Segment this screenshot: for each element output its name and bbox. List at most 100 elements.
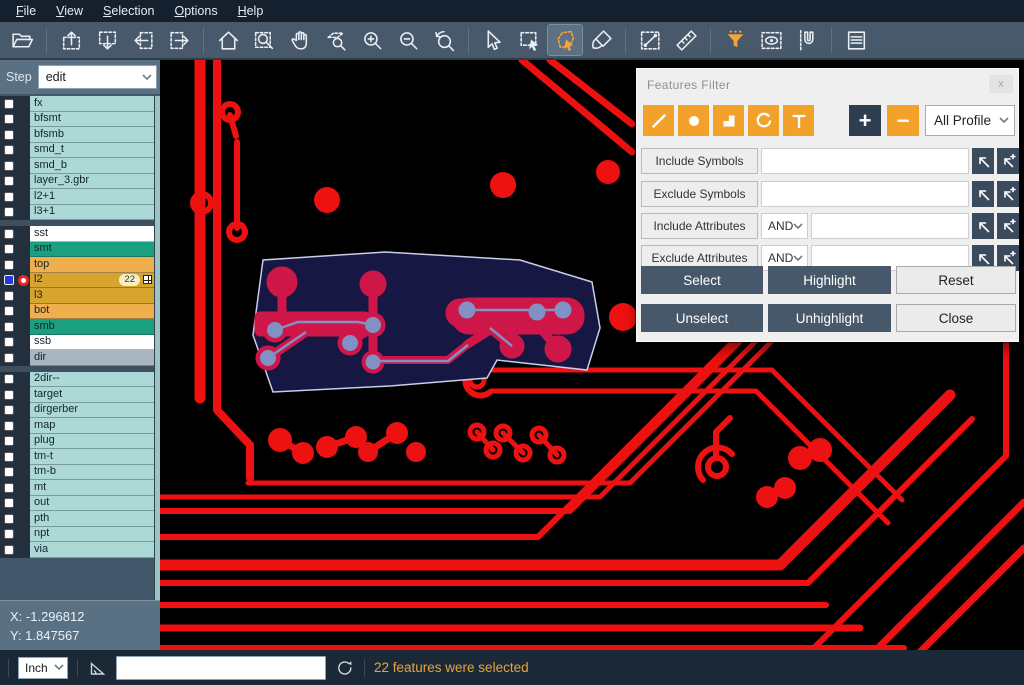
layer-checkbox-npt[interactable] [4,529,14,539]
zoom-window-icon[interactable] [247,25,281,55]
layer-name[interactable]: smb [30,319,160,335]
profile-select[interactable]: All Profile [925,105,1015,136]
layer-name[interactable]: dir [30,350,160,366]
sync-icon[interactable] [335,658,355,678]
active-layer-indicator-cell[interactable] [17,480,30,496]
measure-ruler-icon[interactable] [669,25,703,55]
layer-checkbox-ssb[interactable] [4,337,14,347]
filter-remove-button[interactable]: − [887,105,919,136]
active-layer-indicator-cell[interactable] [17,226,30,242]
pan-hand-icon[interactable] [283,25,317,55]
layer-name[interactable]: out [30,496,160,512]
select-rectangle-icon[interactable] [512,25,546,55]
layer-checkbox-pth[interactable] [4,514,14,524]
active-layer-indicator-cell[interactable] [17,143,30,159]
features-filter-icon[interactable] [718,25,752,55]
active-layer-indicator-cell[interactable] [17,403,30,419]
pick-symbol-button[interactable] [972,148,994,174]
grid-icon[interactable] [143,275,152,284]
active-layer-indicator-cell[interactable] [17,350,30,366]
layer-row-layer_3.gbr[interactable]: layer_3.gbr [0,174,160,190]
snap-mode-icon[interactable] [790,25,824,55]
layer-row-l2+1[interactable]: l2+1 [0,189,160,205]
layer-name[interactable]: map [30,418,160,434]
pick-add-symbol-button[interactable] [997,148,1019,174]
layer-row-via[interactable]: via [0,542,160,558]
layer-name[interactable]: sst [30,226,160,242]
zoom-previous-icon[interactable] [427,25,461,55]
layer-checkbox-smb[interactable] [4,322,14,332]
active-layer-indicator-cell[interactable] [17,511,30,527]
units-select[interactable]: Inch [18,657,68,679]
layer-checkbox-smd_b[interactable] [4,161,14,171]
zoom-in-icon[interactable] [355,25,389,55]
layer-checkbox-target[interactable] [4,390,14,400]
layer-checkbox-mt[interactable] [4,483,14,493]
pick-symbol-button[interactable] [972,181,994,207]
layer-name[interactable]: tm-t [30,449,160,465]
layer-checkbox-dir[interactable] [4,353,14,363]
layer-checkbox-tm-b[interactable] [4,467,14,477]
layer-name[interactable]: smt [30,242,160,258]
pan-up-icon[interactable] [54,25,88,55]
filter-type-surface-button[interactable] [713,105,744,136]
layer-checkbox-l3+1[interactable] [4,207,14,217]
zoom-home-icon[interactable] [211,25,245,55]
layer-checkbox-2dir--[interactable] [4,374,14,384]
include-symbols-input[interactable] [761,148,969,174]
active-layer-indicator-cell[interactable] [17,465,30,481]
layer-row-plug[interactable]: plug [0,434,160,450]
layer-row-pth[interactable]: pth [0,511,160,527]
layer-checkbox-layer_3.gbr[interactable] [4,176,14,186]
layer-checkbox-smt[interactable] [4,244,14,254]
active-layer-indicator-cell[interactable] [17,335,30,351]
filter-type-pad-button[interactable] [678,105,709,136]
layer-checkbox-l3[interactable] [4,291,14,301]
layer-name[interactable]: pth [30,511,160,527]
menu-options[interactable]: Options [164,2,227,20]
layer-row-l2[interactable]: l222 [0,273,160,289]
layer-name[interactable]: smd_t [30,143,160,159]
layer-name[interactable]: mt [30,480,160,496]
layer-name[interactable]: bot [30,304,160,320]
measure-distance-icon[interactable] [633,25,667,55]
active-layer-indicator-cell[interactable] [17,387,30,403]
menu-file[interactable]: File [6,2,46,20]
layer-row-tm-b[interactable]: tm-b [0,465,160,481]
layer-row-l3+1[interactable]: l3+1 [0,205,160,221]
layer-checkbox-plug[interactable] [4,436,14,446]
layer-row-bfsmb[interactable]: bfsmb [0,127,160,143]
layer-checkbox-out[interactable] [4,498,14,508]
layer-checkbox-l2[interactable] [4,275,14,285]
active-layer-indicator-cell[interactable] [17,96,30,112]
layer-checkbox-fx[interactable] [4,99,14,109]
exclude-symbols-input[interactable] [761,181,969,207]
layer-checkbox-via[interactable] [4,545,14,555]
open-file-icon[interactable] [5,25,39,55]
reset-button[interactable]: Reset [896,266,1016,294]
layer-row-smd_b[interactable]: smd_b [0,158,160,174]
layer-checkbox-bfsmt[interactable] [4,114,14,124]
unhighlight-button[interactable]: Unhighlight [768,304,891,332]
active-layer-indicator-cell[interactable] [17,257,30,273]
layer-name[interactable]: l2+1 [30,189,160,205]
layer-name[interactable]: via [30,542,160,558]
layer-row-mt[interactable]: mt [0,480,160,496]
active-layer-indicator-cell[interactable] [17,174,30,190]
command-input[interactable] [116,656,326,680]
pick-add-symbol-button[interactable] [997,181,1019,207]
filter-add-button[interactable]: + [849,105,881,136]
zoom-area-icon[interactable] [319,25,353,55]
layer-row-dir[interactable]: dir [0,350,160,366]
layer-row-target[interactable]: target [0,387,160,403]
include-attributes-input[interactable] [811,213,969,239]
view-options-icon[interactable] [754,25,788,55]
active-layer-indicator-cell[interactable] [17,288,30,304]
include-attributes-operator-select[interactable]: AND [761,213,808,239]
layer-row-npt[interactable]: npt [0,527,160,543]
active-layer-indicator-cell[interactable] [17,496,30,512]
layer-name[interactable]: fx [30,96,160,112]
layer-row-map[interactable]: map [0,418,160,434]
filter-type-arc-button[interactable] [748,105,779,136]
pan-left-icon[interactable] [126,25,160,55]
